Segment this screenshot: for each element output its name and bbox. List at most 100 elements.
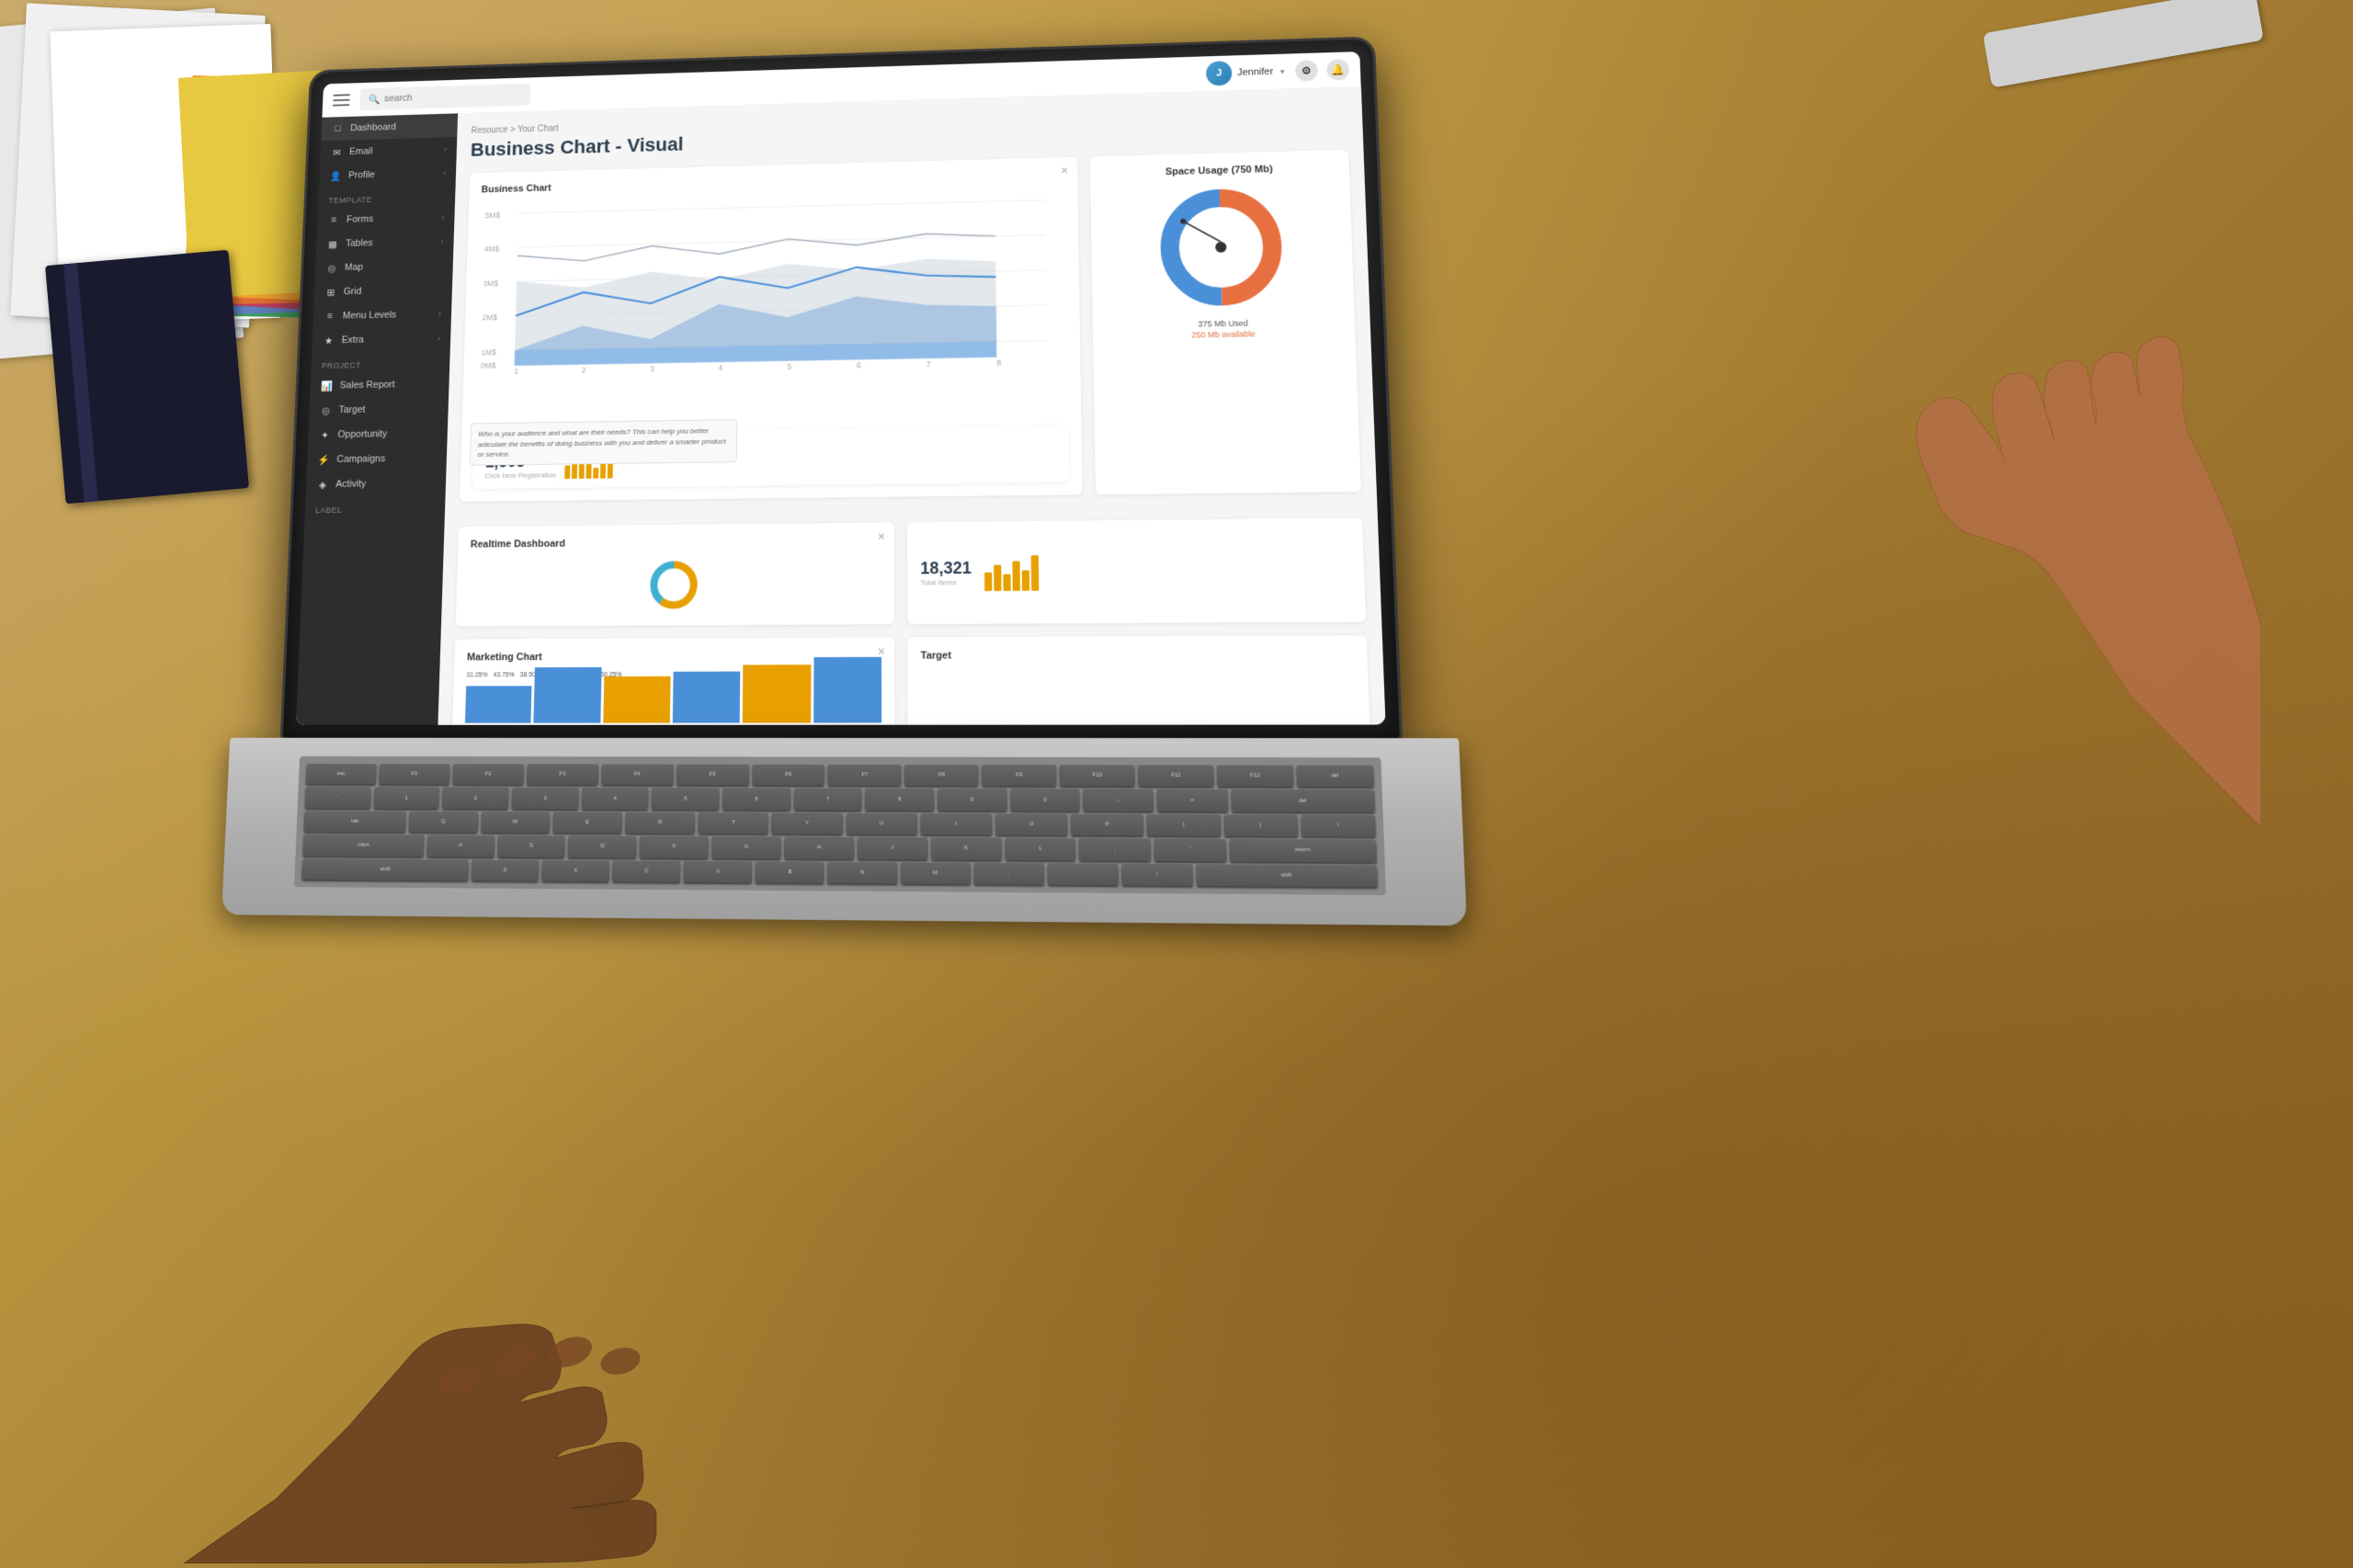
key-8[interactable]: 8 <box>865 789 934 811</box>
key-x[interactable]: X <box>541 860 609 882</box>
key-backtick[interactable]: ` <box>304 788 370 809</box>
key-lbracket[interactable]: [ <box>1146 814 1221 836</box>
sidebar-item-opportunity[interactable]: ✦ Opportunity <box>308 421 449 448</box>
total-bar-4 <box>1012 561 1019 590</box>
key-0[interactable]: 0 <box>1010 790 1081 812</box>
key-6[interactable]: 6 <box>722 789 791 810</box>
key-backspace[interactable]: del <box>1231 790 1375 812</box>
space-usage-title: Space Usage (750 Mb) <box>1103 163 1336 179</box>
key-f1[interactable]: F1 <box>379 764 450 785</box>
svg-text:2M$: 2M$ <box>482 312 497 322</box>
key-backslash[interactable]: \ <box>1301 814 1376 836</box>
key-k[interactable]: K <box>930 837 1002 859</box>
hamburger-menu[interactable] <box>333 94 350 106</box>
key-u[interactable]: U <box>846 812 917 835</box>
key-f5[interactable]: F5 <box>676 765 748 786</box>
key-s[interactable]: S <box>497 835 566 858</box>
key-m[interactable]: M <box>900 862 971 884</box>
key-y[interactable]: Y <box>771 812 843 835</box>
key-quote[interactable]: ' <box>1154 839 1227 861</box>
key-c[interactable]: C <box>612 860 681 882</box>
key-i[interactable]: I <box>920 813 993 835</box>
key-f4[interactable]: F4 <box>601 764 674 785</box>
business-chart-svg: 5M$ 4M$ 3M$ 2M$ 1M$ 0M$ <box>475 188 1067 377</box>
key-f7[interactable]: F7 <box>828 765 902 786</box>
sidebar-item-forms[interactable]: ≡ Forms › <box>317 205 455 233</box>
svg-text:8: 8 <box>996 358 1001 367</box>
sidebar-item-target[interactable]: ◎ Target <box>309 396 449 423</box>
key-f3[interactable]: F3 <box>527 764 599 785</box>
key-d[interactable]: D <box>568 835 637 858</box>
target-card-title: Target <box>921 649 1354 662</box>
business-chart-close[interactable]: × <box>1061 165 1068 177</box>
key-4[interactable]: 4 <box>581 788 649 809</box>
sidebar-item-menu-levels[interactable]: ≡ Menu Levels › <box>313 301 451 328</box>
bell-icon[interactable]: 🔔 <box>1326 59 1349 81</box>
key-2[interactable]: 2 <box>442 788 509 809</box>
key-v[interactable]: V <box>684 860 753 882</box>
marketing-close[interactable]: × <box>878 645 885 658</box>
key-h[interactable]: H <box>784 837 854 859</box>
sidebar-item-map[interactable]: ◎ Map <box>315 253 454 280</box>
key-e[interactable]: E <box>552 812 622 833</box>
key-minus[interactable]: - <box>1083 790 1154 812</box>
key-f2[interactable]: F2 <box>452 764 524 785</box>
key-return[interactable]: return <box>1230 839 1377 862</box>
key-f10[interactable]: F10 <box>1060 765 1136 787</box>
search-input[interactable] <box>384 89 521 104</box>
sidebar-item-campaigns[interactable]: ⚡ Campaigns <box>307 446 448 472</box>
key-f11[interactable]: F11 <box>1138 765 1214 787</box>
key-r[interactable]: R <box>625 812 696 834</box>
key-3[interactable]: 3 <box>511 788 578 809</box>
key-9[interactable]: 9 <box>938 789 1007 811</box>
realtime-close[interactable]: × <box>878 530 885 543</box>
key-5[interactable]: 5 <box>652 789 720 810</box>
key-semicolon[interactable]: ; <box>1079 838 1152 860</box>
key-shift-left[interactable]: shift <box>301 858 469 881</box>
key-shift-right[interactable]: shift <box>1196 864 1378 887</box>
user-avatar[interactable]: J Jennifer ▼ <box>1206 59 1287 85</box>
sidebar-item-activity[interactable]: ◈ Activity <box>306 471 447 497</box>
key-f8[interactable]: F8 <box>904 765 979 786</box>
key-l[interactable]: L <box>1005 838 1076 860</box>
sidebar-item-tables[interactable]: ▦ Tables › <box>316 229 454 256</box>
key-rbracket[interactable]: ] <box>1223 814 1299 836</box>
settings-icon[interactable]: ⚙ <box>1295 60 1318 82</box>
sidebar-label-map: Map <box>345 260 443 273</box>
key-period[interactable]: . <box>1047 863 1119 885</box>
key-z[interactable]: Z <box>472 859 540 881</box>
key-equals[interactable]: = <box>1156 790 1228 812</box>
key-f9[interactable]: F9 <box>982 765 1057 787</box>
svg-text:2: 2 <box>582 365 586 374</box>
key-comma[interactable]: , <box>973 862 1044 884</box>
key-a[interactable]: A <box>426 835 494 857</box>
key-o[interactable]: O <box>995 813 1068 835</box>
mini-bar-1 <box>565 465 571 479</box>
sidebar-item-extra[interactable]: ★ Extra › <box>312 326 450 353</box>
key-q[interactable]: Q <box>409 812 479 833</box>
search-bar[interactable]: 🔍 <box>359 84 530 110</box>
key-w[interactable]: W <box>480 812 550 833</box>
key-f6[interactable]: F6 <box>752 765 825 786</box>
key-g[interactable]: G <box>711 836 781 858</box>
mkt-bar-1 <box>465 686 532 722</box>
target-icon: ◎ <box>320 404 333 417</box>
key-b[interactable]: B <box>756 861 825 883</box>
key-esc[interactable]: esc <box>306 764 377 785</box>
svg-text:5M$: 5M$ <box>485 210 501 220</box>
key-del[interactable]: del <box>1296 766 1374 788</box>
sidebar-item-grid[interactable]: ⊞ Grid <box>314 278 453 305</box>
key-p[interactable]: P <box>1071 813 1144 835</box>
key-j[interactable]: J <box>857 837 927 859</box>
key-slash[interactable]: / <box>1121 863 1194 885</box>
key-n[interactable]: N <box>827 861 897 883</box>
key-tab[interactable]: tab <box>303 811 406 832</box>
sidebar-item-profile[interactable]: 👤 Profile › <box>319 161 457 188</box>
key-t[interactable]: T <box>698 812 768 835</box>
key-f[interactable]: F <box>640 836 710 858</box>
key-1[interactable]: 1 <box>373 788 440 809</box>
key-7[interactable]: 7 <box>793 789 862 810</box>
key-capslock[interactable]: caps <box>302 835 424 857</box>
key-f12[interactable]: F12 <box>1217 765 1294 787</box>
sidebar-item-sales-report[interactable]: 📊 Sales Report <box>310 371 449 398</box>
